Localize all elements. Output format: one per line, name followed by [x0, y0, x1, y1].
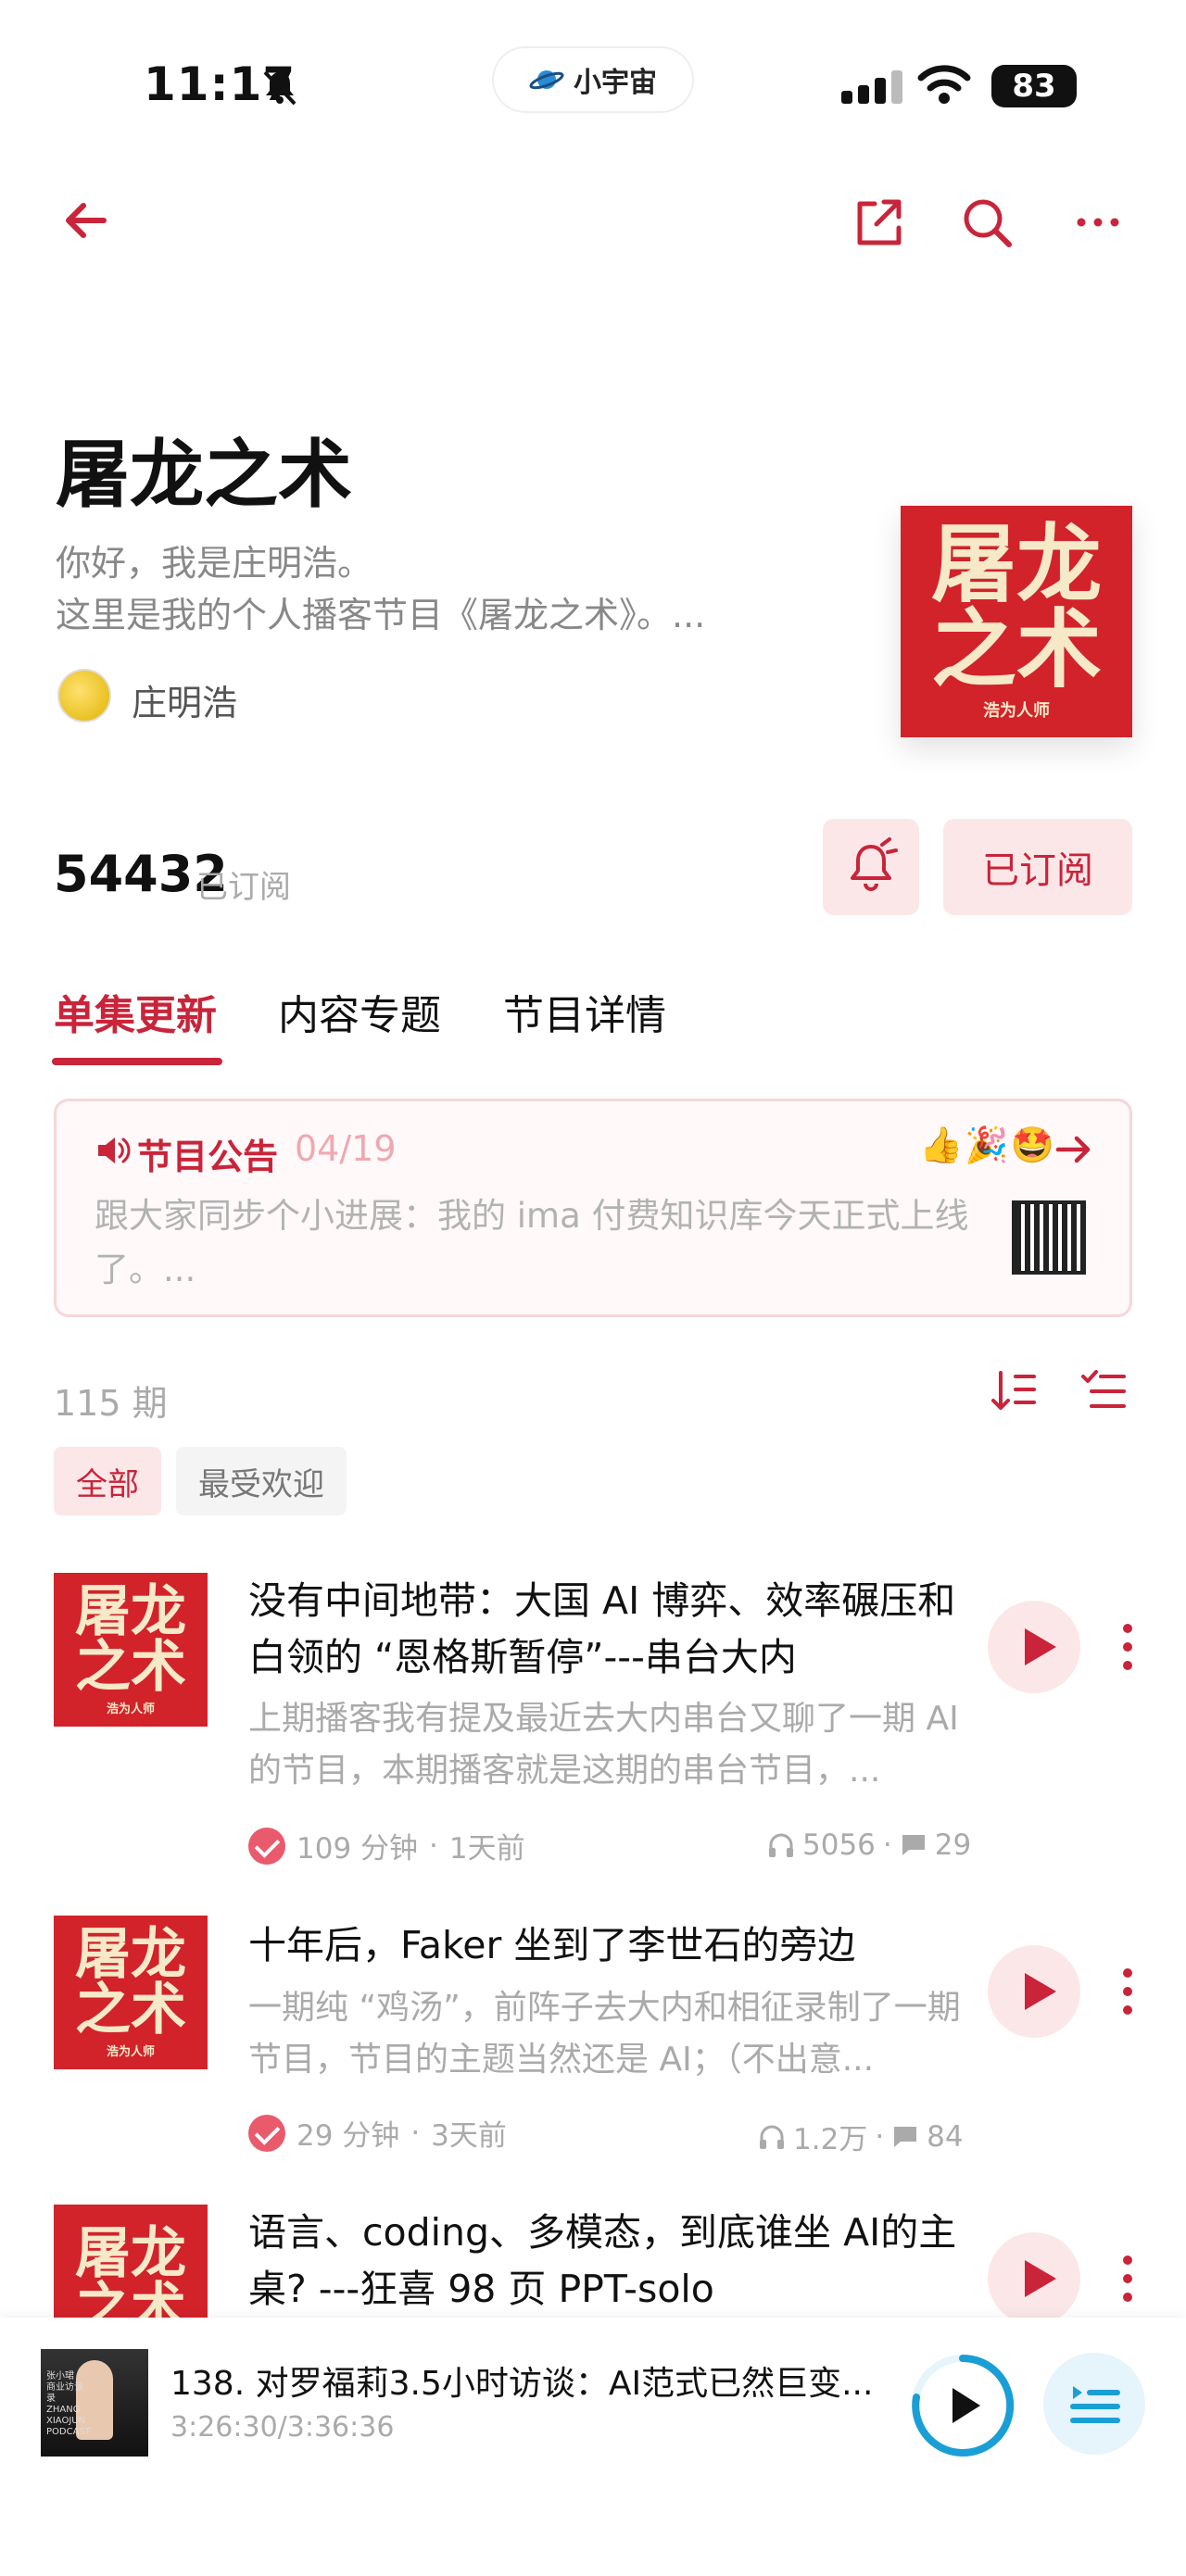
- mute-bell-icon: [263, 70, 296, 106]
- playlist-icon: [1070, 2386, 1120, 2423]
- planet-icon: [529, 70, 564, 90]
- episode-cover-art: 屠龙之术: [75, 1921, 186, 2042]
- podcast-title: 屠龙之术: [56, 432, 352, 518]
- play-episode-button[interactable]: [988, 1601, 1080, 1693]
- vertical-dots-icon[interactable]: [1121, 1966, 1134, 2017]
- now-playing-title[interactable]: 138. 对罗福莉3.5小时访谈：AI范式已然巨变...: [170, 2356, 875, 2405]
- headphones-icon: [769, 1833, 793, 1857]
- host-avatar[interactable]: [57, 669, 111, 723]
- episode-cover-subtitle: 浩为人师: [106, 2044, 155, 2059]
- comment-icon: [902, 1835, 925, 1855]
- playlist-button[interactable]: [1043, 2353, 1145, 2455]
- active-tab-indicator: [52, 1058, 222, 1065]
- battery-indicator: 83: [991, 65, 1077, 107]
- meta-separator: ·: [410, 2116, 421, 2150]
- episode-title[interactable]: 没有中间地带：大国 AI 博弈、效率碾压和白领的 “恩格斯暂停”---串台大内: [248, 1573, 962, 1686]
- played-check-icon: [248, 1827, 285, 1865]
- episode-meta: 109 分钟 · 1天前: [248, 1825, 525, 1866]
- episode-title[interactable]: 十年后，Faker 坐到了李世石的旁边: [248, 1917, 962, 1974]
- podcast-description[interactable]: 你好，我是庄明浩。 这里是我的个人播客节目《屠龙之术》。...: [56, 537, 723, 641]
- cover-title-art: 屠龙之术: [930, 514, 1102, 699]
- filter-chip-popular[interactable]: 最受欢迎: [176, 1447, 347, 1515]
- now-playing-progress: 3:26:30/3:36:36: [170, 2411, 395, 2444]
- episode-meta: 29 分钟 · 3天前: [248, 2112, 507, 2154]
- episode-stats: 1.2万 · 84: [758, 2116, 964, 2157]
- subscribed-button[interactable]: 已订阅: [943, 819, 1132, 915]
- episode-duration: 29 分钟: [296, 2119, 400, 2153]
- subscriber-label: 已订阅: [196, 869, 291, 906]
- cover-subtitle: 浩为人师: [983, 701, 1050, 721]
- more-options-icon[interactable]: [1070, 195, 1126, 250]
- play-episode-button[interactable]: [988, 2232, 1080, 2325]
- podcast-cover: 屠龙之术 浩为人师: [901, 506, 1132, 737]
- played-check-icon: [248, 2114, 285, 2152]
- episode-stats: 5056 · 29: [767, 1828, 971, 1862]
- app-indicator-pill: 小宇宙: [494, 48, 692, 111]
- arrow-right-icon[interactable]: [1053, 1128, 1095, 1171]
- search-icon[interactable]: [959, 195, 1015, 250]
- episode-cover[interactable]: 屠龙之术 浩为人师: [54, 1916, 208, 2069]
- multi-select-icon[interactable]: [1080, 1367, 1127, 1414]
- share-icon[interactable]: [851, 195, 906, 250]
- bell-icon: [851, 837, 898, 891]
- headphones-icon: [760, 2125, 784, 2149]
- filter-chip-all[interactable]: 全部: [54, 1447, 161, 1515]
- signal-icon: [841, 70, 902, 104]
- podcast-description-line: 这里是我的个人播客节目《屠龙之术》。...: [56, 595, 706, 635]
- tab-details[interactable]: 节目详情: [503, 982, 666, 1041]
- cover-podcast-name: 张小珺 商业访谈录 ZHANG XIAOJUN PODCAST: [46, 2371, 91, 2437]
- tab-topics[interactable]: 内容专题: [278, 982, 441, 1041]
- episode-description: 一期纯 “鸡汤”，前阵子去大内和相征录制了一期节目，节目的主题当然还是 AI；（…: [248, 1989, 961, 2079]
- host-name[interactable]: 庄明浩: [132, 674, 237, 725]
- episode-title[interactable]: 语言、coding、多模态，到底谁坐 AI的主桌? ---狂喜 98 页 PPT…: [248, 2205, 962, 2318]
- play-pause-button[interactable]: [910, 2353, 1016, 2458]
- meta-separator: ·: [429, 1828, 438, 1863]
- wifi-icon: [917, 65, 971, 104]
- episode-cover-art: 屠龙之术: [75, 1578, 186, 1700]
- vertical-dots-icon[interactable]: [1121, 1621, 1134, 1673]
- comment-icon: [894, 2126, 917, 2147]
- announcement-label: 节目公告: [137, 1137, 279, 1177]
- podcast-description-line: 你好，我是庄明浩。: [56, 543, 373, 584]
- play-episode-button[interactable]: [988, 1945, 1080, 2038]
- play-count: 1.2万: [793, 2123, 868, 2156]
- episode-age: 3天前: [431, 2119, 507, 2153]
- speaker-icon: [98, 1137, 131, 1163]
- episode-cover-subtitle: 浩为人师: [106, 1702, 155, 1716]
- notification-bell-button[interactable]: [823, 819, 919, 915]
- episode-count: 115 期: [54, 1383, 168, 1424]
- qr-code-image: [1012, 1200, 1086, 1275]
- meta-separator: ·: [875, 2119, 885, 2154]
- episode-duration: 109 分钟: [296, 1832, 419, 1866]
- episode-cover[interactable]: 屠龙之术 浩为人师: [54, 1573, 208, 1727]
- back-arrow-icon[interactable]: [57, 193, 113, 248]
- announcement-date: 04/19: [295, 1128, 397, 1169]
- play-count: 5056: [802, 1828, 876, 1862]
- sort-icon[interactable]: [991, 1367, 1038, 1414]
- now-playing-cover[interactable]: 张小珺 商业访谈录 ZHANG XIAOJUN PODCAST: [41, 2349, 148, 2457]
- vertical-dots-icon[interactable]: [1121, 2253, 1134, 2305]
- announcement-text: 跟大家同步个小进展：我的 ima 付费知识库今天正式上线了。...: [95, 1196, 969, 1289]
- episode-description: 上期播客我有提及最近去大内串台又聊了一期 AI的节目，本期播客就是这期的串台节目…: [248, 1700, 959, 1790]
- tab-episodes[interactable]: 单集更新: [54, 982, 217, 1041]
- comment-count: 84: [927, 2119, 964, 2154]
- announcement-reactions: 👍🎉🤩: [919, 1125, 1056, 1165]
- meta-separator: ·: [882, 1828, 892, 1862]
- comment-count: 29: [934, 1828, 972, 1862]
- app-pill-label: 小宇宙: [574, 67, 657, 99]
- episode-age: 1天前: [448, 1832, 525, 1866]
